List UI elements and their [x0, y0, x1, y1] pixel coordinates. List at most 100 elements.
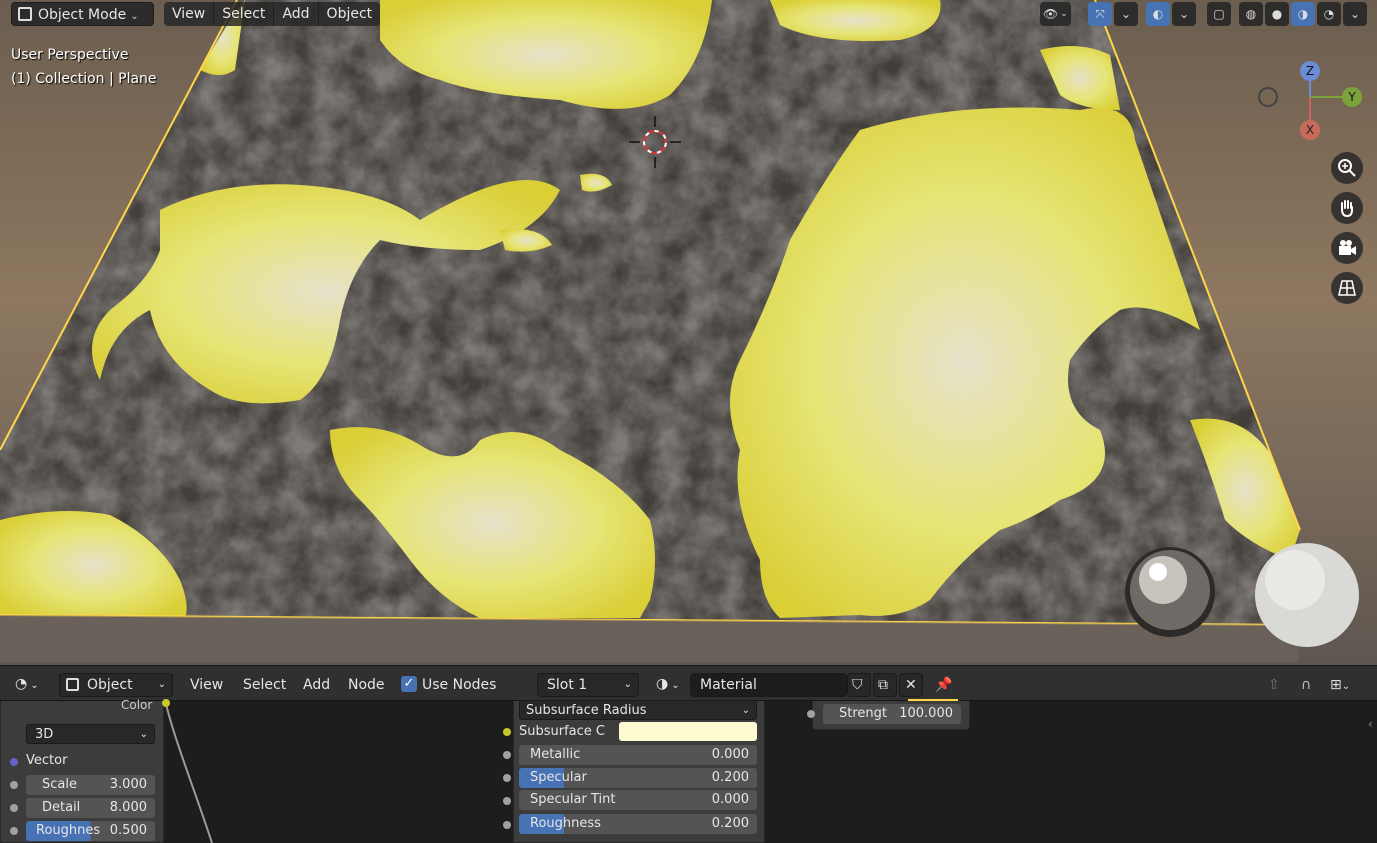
specular-socket[interactable] — [503, 774, 511, 782]
menu-add[interactable]: Add — [273, 2, 317, 26]
specular-tint-socket[interactable] — [503, 797, 511, 805]
specular-field[interactable]: Specular 0.200 — [519, 768, 757, 788]
noise-color-output-label: Color — [121, 698, 153, 712]
wireframe-shading-icon[interactable]: ◍ — [1239, 2, 1263, 26]
detail-input-socket[interactable] — [10, 804, 18, 812]
roughness-socket[interactable] — [503, 821, 511, 829]
fake-user-shield-icon[interactable]: ⛉ — [847, 673, 871, 697]
shading-options-chevron-icon[interactable]: ⌄ — [1343, 2, 1367, 26]
ne-menu-node[interactable]: Node — [348, 673, 385, 697]
emission-node[interactable]: Strengt 100.000 — [807, 699, 970, 730]
subsurface-method-dropdown[interactable]: Subsurface Radius ⌄ — [519, 700, 757, 720]
metallic-field[interactable]: Metallic 0.000 — [519, 745, 757, 765]
solid-shading-icon[interactable]: ● — [1265, 2, 1289, 26]
ne-menu-view[interactable]: View — [190, 673, 223, 697]
viewport-header: Object Mode ⌄ View Select Add Object 👁 ⌄ ⤧… — [0, 0, 1377, 28]
emission-strength-field[interactable]: Strengt 100.000 — [823, 704, 961, 724]
scale-label: Scale — [42, 777, 77, 792]
metallic-label: Metallic — [530, 747, 581, 762]
chevron-down-icon: ⌄ — [139, 729, 148, 740]
viewport-menu-bar: View Select Add Object — [164, 2, 381, 26]
shader-type-dropdown[interactable]: Object ⌄ — [59, 673, 173, 697]
menu-view[interactable]: View — [164, 2, 213, 26]
noise-roughness-value: 0.500 — [109, 823, 147, 838]
pin-icon[interactable]: 📌 — [935, 673, 952, 697]
viewport-scene[interactable] — [0, 0, 1377, 665]
ne-menu-select[interactable]: Select — [243, 673, 286, 697]
use-nodes-label: Use Nodes — [422, 677, 497, 693]
principled-bsdf-node[interactable]: Subsurface Radius ⌄ Subsurface C Metalli… — [503, 700, 765, 843]
gizmo-y-label: Y — [1347, 90, 1356, 104]
visibility-group: 👁 ⌄ — [1040, 2, 1071, 26]
gizmo-toggle-group: ⤧ ⌄ — [1088, 2, 1138, 26]
material-name-field[interactable]: Material — [690, 673, 847, 697]
navigation-gizmo[interactable]: Z Y X — [1250, 55, 1370, 145]
rendered-shading-icon[interactable]: ◔ — [1317, 2, 1341, 26]
zoom-icon[interactable] — [1331, 152, 1363, 184]
scale-input-socket[interactable] — [10, 781, 18, 789]
specular-tint-value: 0.000 — [711, 792, 749, 807]
overlay-toggle-group: ◐ ⌄ — [1146, 2, 1196, 26]
visibility-eye-icon[interactable]: 👁 ⌄ — [1040, 2, 1071, 26]
use-nodes-checkbox[interactable]: ✓ — [401, 676, 417, 692]
menu-object[interactable]: Object — [317, 2, 381, 26]
vector-input-socket[interactable] — [10, 758, 18, 766]
camera-view-icon[interactable] — [1331, 232, 1363, 264]
bsdf-roughness-label: Roughness — [530, 816, 601, 831]
viewport-info: User Perspective (1) Collection | Plane — [11, 43, 157, 91]
pan-hand-icon[interactable] — [1331, 192, 1363, 224]
metallic-socket[interactable] — [503, 751, 511, 759]
shader-editor-icon: ◔ — [15, 676, 28, 692]
noise-dimension-dropdown[interactable]: 3D ⌄ — [26, 724, 155, 744]
noise-color-output-socket[interactable] — [162, 699, 170, 707]
ortho-toggle-grid-icon[interactable] — [1331, 272, 1363, 304]
noise-texture-node[interactable]: Color 3D ⌄ Vector Scale 3.000 Detail 8.0… — [0, 698, 170, 843]
hdri-chrome-sphere — [1125, 547, 1215, 637]
roughness-input-socket[interactable] — [10, 827, 18, 835]
material-sphere-icon: ◑ — [656, 676, 669, 692]
active-object-label: (1) Collection | Plane — [11, 71, 157, 87]
specular-label: Specular — [530, 770, 587, 785]
specular-tint-label: Specular Tint — [530, 792, 616, 807]
object-mode-dropdown[interactable]: Object Mode ⌄ — [11, 2, 154, 26]
specular-tint-field[interactable]: Specular Tint 0.000 — [519, 790, 757, 810]
gizmo-options-chevron-icon[interactable]: ⌄ — [1114, 2, 1138, 26]
material-preview-shading-icon[interactable]: ◑ — [1291, 2, 1315, 26]
overlay-options-chevron-icon[interactable]: ⌄ — [1172, 2, 1196, 26]
ne-menu-add[interactable]: Add — [303, 673, 330, 697]
emission-strength-label: Strengt — [839, 706, 887, 721]
slot-dropdown[interactable]: Slot 1 ⌄ — [537, 673, 639, 697]
bsdf-roughness-field[interactable]: Roughness 0.200 — [519, 814, 757, 834]
noise-roughness-field[interactable]: Roughnes 0.500 — [26, 821, 155, 841]
3d-viewport[interactable]: Object Mode ⌄ View Select Add Object 👁 ⌄ ⤧… — [0, 0, 1377, 665]
material-browse-button[interactable]: ◑ ⌄ — [650, 673, 690, 697]
object-mode-icon — [18, 7, 32, 21]
object-mode-label: Object Mode — [38, 7, 127, 23]
parent-node-tree-icon[interactable]: ⇧ — [1268, 673, 1280, 697]
editor-type-dropdown[interactable]: ◔ ⌄ — [9, 673, 49, 697]
shader-node-editor[interactable]: ◔ ⌄ Object ⌄ View Select Add Node ✓ Use No… — [0, 665, 1377, 843]
detail-value: 8.000 — [109, 800, 147, 815]
material-name-label: Material — [700, 677, 757, 693]
unlink-close-icon[interactable]: ✕ — [899, 673, 923, 697]
chevron-down-icon: ⌄ — [671, 680, 680, 691]
menu-select[interactable]: Select — [213, 2, 273, 26]
snap-target-grid-icon[interactable]: ⊞⌄ — [1330, 673, 1350, 699]
strength-socket[interactable] — [807, 710, 815, 718]
new-material-copy-icon[interactable]: ⧉ — [873, 673, 897, 697]
hdri-diffuse-sphere — [1255, 543, 1359, 647]
object-icon — [66, 678, 79, 691]
emission-node-selected-edge — [908, 699, 958, 701]
scale-field[interactable]: Scale 3.000 — [26, 775, 155, 795]
subsurface-color-socket[interactable] — [503, 728, 511, 736]
gizmo-toggle-icon[interactable]: ⤧ — [1088, 2, 1112, 26]
chevron-down-icon: ⌄ — [623, 679, 632, 690]
detail-field[interactable]: Detail 8.000 — [26, 798, 155, 818]
slot-label: Slot 1 — [547, 677, 588, 693]
xray-toggle-icon[interactable]: ▢ — [1207, 2, 1231, 26]
overlay-toggle-icon[interactable]: ◐ — [1146, 2, 1170, 26]
scale-value: 3.000 — [109, 777, 147, 792]
subsurface-color-swatch[interactable] — [619, 722, 757, 741]
snap-magnet-icon[interactable]: ∩ — [1301, 673, 1311, 697]
shading-group: ◍ ● ◑ ◔ ⌄ — [1239, 2, 1367, 26]
